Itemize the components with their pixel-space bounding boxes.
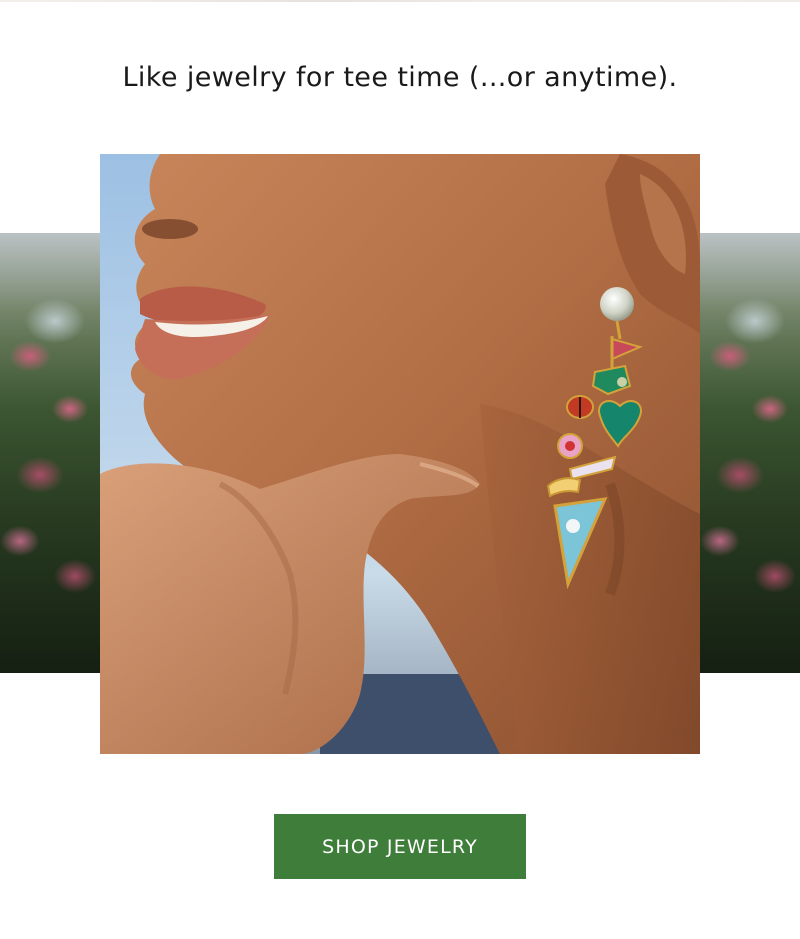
left-flowers-image — [0, 233, 100, 673]
email-page: Like jewelry for tee time (...or anytime… — [0, 0, 800, 939]
top-divider — [0, 0, 800, 2]
right-flowers-image — [700, 233, 800, 673]
shop-jewelry-button[interactable]: SHOP JEWELRY — [274, 814, 526, 879]
headline: Like jewelry for tee time (...or anytime… — [122, 62, 678, 93]
earring-photo-illustration — [100, 154, 700, 754]
hero-earring-photo[interactable] — [100, 154, 700, 754]
